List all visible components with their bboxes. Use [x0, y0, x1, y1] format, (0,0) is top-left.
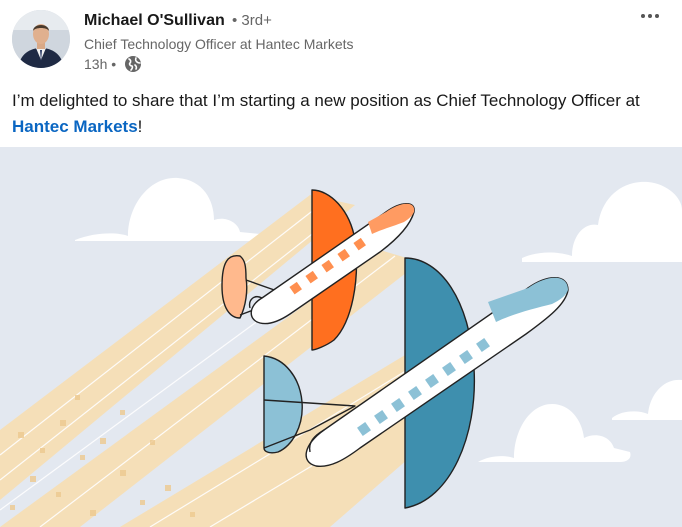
- post-body-text: I’m delighted to share that I’m starting…: [12, 88, 662, 140]
- company-mention-link[interactable]: Hantec Markets: [12, 117, 138, 136]
- more-horizontal-icon: [641, 14, 659, 18]
- author-avatar[interactable]: [12, 10, 70, 68]
- author-name[interactable]: Michael O'Sullivan: [84, 12, 225, 30]
- author-headline: Chief Technology Officer at Hantec Marke…: [84, 36, 354, 52]
- post-header: Michael O'Sullivan • 3rd+ Chief Technolo…: [0, 0, 682, 80]
- globe-icon: [125, 56, 142, 72]
- post-meta: 13h •: [84, 54, 142, 74]
- post-text-start: I’m delighted to share that I’m starting…: [12, 91, 640, 110]
- connection-degree: • 3rd+: [232, 12, 272, 29]
- post-time: 13h •: [84, 56, 117, 72]
- post-image[interactable]: [0, 147, 682, 527]
- airplanes-illustration: [0, 147, 682, 527]
- avatar-photo: [12, 10, 70, 68]
- more-options-button[interactable]: [636, 6, 664, 26]
- post-text-end: !: [137, 117, 143, 136]
